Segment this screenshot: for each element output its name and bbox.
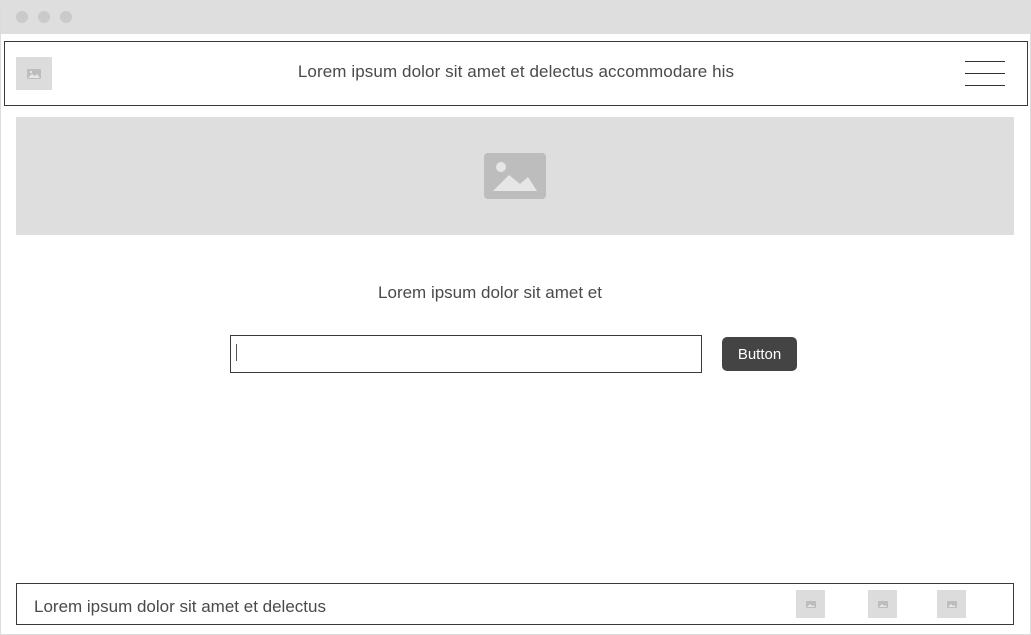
site-header: Lorem ipsum dolor sit amet et delectus a…	[4, 41, 1028, 106]
header-title: Lorem ipsum dolor sit amet et delectus a…	[297, 62, 735, 81]
footer-icon-1[interactable]	[796, 590, 825, 618]
window-maximize-dot[interactable]	[60, 11, 72, 23]
site-footer: Lorem ipsum dolor sit amet et delectus	[16, 583, 1014, 625]
image-placeholder-icon	[484, 153, 546, 199]
window-close-dot[interactable]	[16, 11, 28, 23]
window-titlebar	[1, 1, 1031, 34]
footer-icon-2[interactable]	[868, 590, 897, 618]
text-input[interactable]	[230, 335, 702, 373]
footer-text: Lorem ipsum dolor sit amet et delectus	[34, 597, 326, 616]
browser-window: Lorem ipsum dolor sit amet et delectus a…	[0, 0, 1031, 635]
image-placeholder-icon	[946, 600, 957, 608]
image-placeholder-icon	[877, 600, 888, 608]
image-placeholder-icon	[805, 600, 816, 608]
section-subtitle: Lorem ipsum dolor sit amet et	[378, 283, 602, 302]
text-caret	[236, 344, 237, 361]
footer-icon-3[interactable]	[937, 590, 966, 618]
hero-image	[16, 117, 1014, 235]
submit-button[interactable]: Button	[722, 337, 797, 371]
window-minimize-dot[interactable]	[38, 11, 50, 23]
hamburger-menu-icon[interactable]	[965, 60, 1005, 86]
